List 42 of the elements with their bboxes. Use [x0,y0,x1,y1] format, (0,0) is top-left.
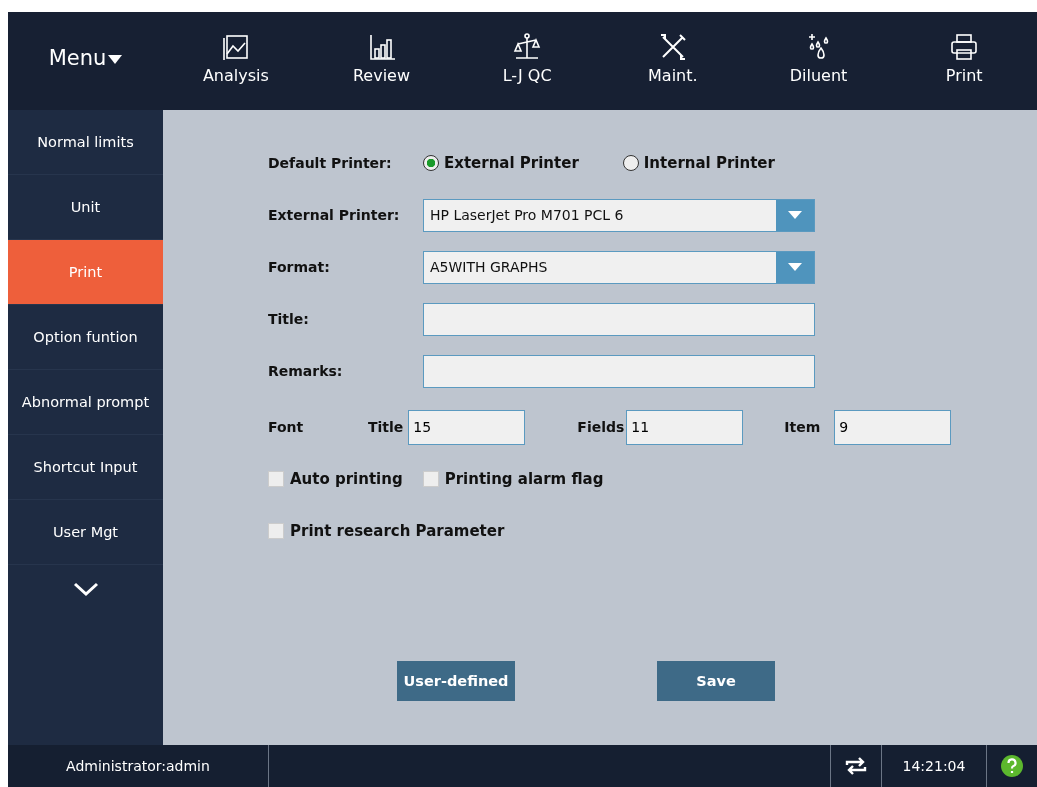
checkbox[interactable] [268,523,284,539]
user-label: Administrator:admin [8,745,269,787]
field-label: Fields [577,419,625,435]
format-dropdown[interactable]: A5WITH GRAPHS [423,250,815,284]
checkbox[interactable] [268,471,284,487]
field-label: Title: [268,311,310,327]
help-icon[interactable] [1000,754,1024,778]
clock-time: 14:21:04 [881,745,986,787]
font-size-field[interactable]: 15 [408,409,526,445]
action-button[interactable]: Save [657,661,775,701]
title-field[interactable] [423,302,815,336]
dropdown-arrow-icon [788,211,802,219]
printer-dropdown[interactable]: HP LaserJet Pro M701 PCL 6 [423,198,815,232]
checkbox-option[interactable]: Auto printing [268,470,403,488]
font-size-field[interactable]: 9 [834,409,952,445]
toolbar-button[interactable]: Diluent [745,12,892,110]
menu-button[interactable]: Menu [8,12,163,110]
font-size-field[interactable]: 11 [626,409,744,445]
toolbar-button[interactable]: Maint. [600,12,746,110]
chevron-down-icon[interactable] [72,581,99,597]
field-label: Title [368,419,404,435]
toolbar-button[interactable]: Analysis [163,12,309,110]
toolbar-button[interactable]: L-J QC [454,12,600,110]
remarks-field[interactable] [423,354,815,388]
sync-icon[interactable] [845,757,867,775]
balance-scale-icon [512,31,543,62]
toolbar-button[interactable]: Review [308,12,455,110]
field-label: External Printer: [268,207,401,223]
field-label: Item [784,419,821,435]
field-label: Remarks: [268,363,344,379]
radio-button[interactable] [423,155,439,171]
field-label: Default Printer: [268,155,393,171]
radio-button[interactable] [622,155,639,171]
dropdown-arrow-icon [788,263,802,271]
caret-icon [108,54,123,64]
checkbox[interactable] [422,471,439,487]
toolbar-button[interactable]: Print [891,12,1037,110]
action-button[interactable]: User-defined [397,661,515,701]
printer-icon [949,31,980,62]
checkbox-label: Auto printing [290,470,403,488]
field-label: Format: [268,259,331,275]
field-label: Font [268,419,305,435]
